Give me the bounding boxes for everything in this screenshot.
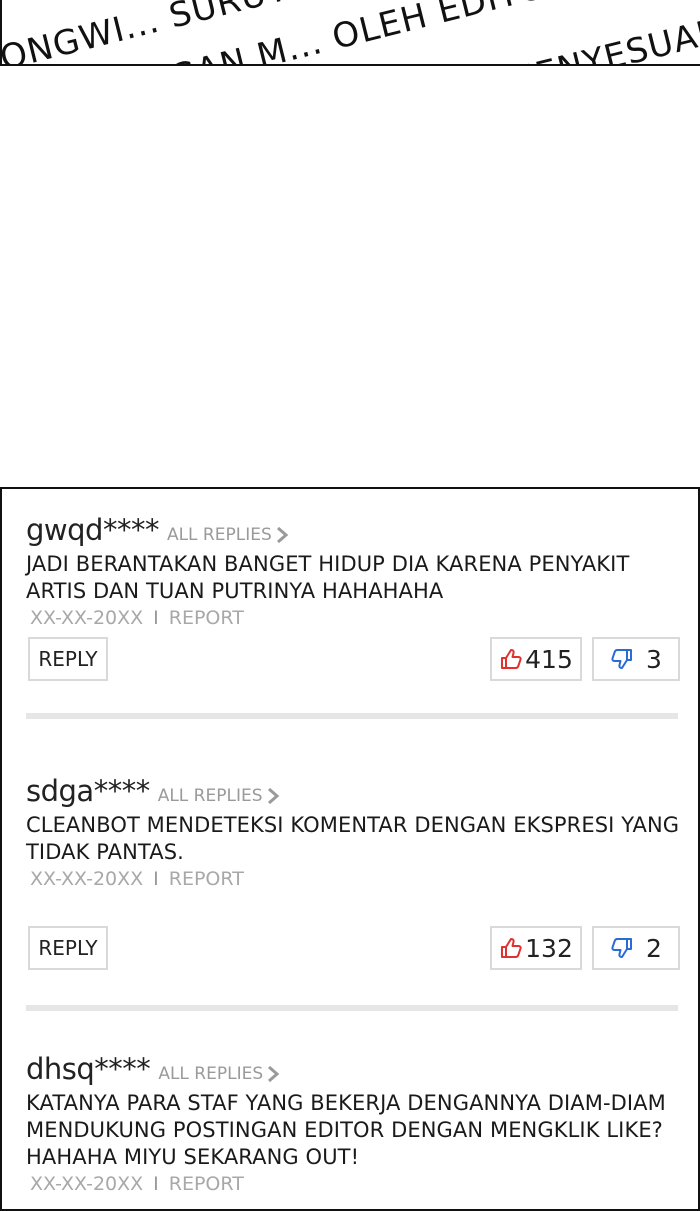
thumbs-down-icon: [611, 649, 633, 669]
like-button[interactable]: 132: [490, 926, 582, 970]
report-link[interactable]: REPORT: [169, 1173, 244, 1195]
meta-separator: I: [153, 607, 159, 629]
dislike-count: 3: [646, 644, 662, 674]
comment-header: sdga**** ALL REPLIES: [26, 774, 681, 808]
chevron-right-icon: [267, 787, 279, 805]
comment-date: XX-XX-20XX: [30, 868, 144, 890]
thumbs-up-icon: [501, 649, 522, 669]
comment-meta: XX-XX-20XX I REPORT: [26, 868, 681, 890]
like-count: 415: [525, 644, 573, 674]
like-count: 132: [525, 933, 573, 963]
all-replies-label: ALL REPLIES: [166, 525, 272, 545]
comment-actions: REPLY 415 3: [26, 637, 681, 687]
comment-text: JADI BERANTAKAN BANGET HIDUP DIA KARENA …: [26, 552, 630, 603]
comment-actions: REPLY 132 2: [26, 926, 681, 976]
comment-username: dhsq****: [26, 1052, 151, 1086]
comment-panel: gwqd**** ALL REPLIES JADI BERANTAKAN BAN…: [0, 487, 700, 1211]
meta-separator: I: [153, 868, 159, 890]
comment-date: XX-XX-20XX: [30, 607, 144, 629]
reply-button[interactable]: REPLY: [28, 926, 108, 970]
comment-text: CLEANBOT MENDETEKSI KOMENTAR DENGAN EKSP…: [26, 813, 680, 864]
comment-username: gwqd****: [26, 513, 159, 547]
comment-text: KATANYA PARA STAF YANG BEKERJA DENGANNYA…: [26, 1091, 666, 1169]
all-replies-link[interactable]: ALL REPLIES: [158, 1064, 281, 1084]
report-link[interactable]: REPORT: [169, 607, 244, 629]
comment-item: gwqd**** ALL REPLIES JADI BERANTAKAN BAN…: [26, 513, 681, 687]
thumbs-up-icon: [501, 938, 522, 958]
dislike-button[interactable]: 2: [592, 926, 680, 970]
comment-divider: [26, 1005, 678, 1011]
comment-divider: [26, 713, 678, 719]
reply-button[interactable]: REPLY: [28, 637, 108, 681]
all-replies-label: ALL REPLIES: [158, 1064, 264, 1084]
comment-date: XX-XX-20XX: [30, 1173, 144, 1195]
comment-username: sdga****: [26, 774, 150, 808]
comment-header: gwqd**** ALL REPLIES: [26, 513, 681, 547]
dislike-button[interactable]: 3: [592, 637, 680, 681]
meta-separator: I: [153, 1173, 159, 1195]
banner-text-3: MENYESUAI: [502, 13, 700, 66]
all-replies-label: ALL REPLIES: [157, 786, 263, 806]
chevron-right-icon: [268, 1065, 280, 1083]
comment-item: sdga**** ALL REPLIES CLEANBOT MENDETEKSI…: [26, 774, 681, 976]
thumbs-down-icon: [611, 938, 633, 958]
comment-header: dhsq**** ALL REPLIES: [26, 1052, 681, 1086]
all-replies-link[interactable]: ALL REPLIES: [167, 525, 290, 545]
report-link[interactable]: REPORT: [169, 868, 244, 890]
like-button[interactable]: 415: [490, 637, 582, 681]
dislike-count: 2: [646, 933, 662, 963]
comment-meta: XX-XX-20XX I REPORT: [26, 1173, 681, 1195]
all-replies-link[interactable]: ALL REPLIES: [158, 786, 281, 806]
comment-meta: XX-XX-20XX I REPORT: [26, 607, 681, 629]
banner-strip: ONGWI... SURUT ARTI... DENGAN M... OLEH …: [0, 0, 700, 66]
chevron-right-icon: [276, 526, 289, 544]
comment-item: dhsq**** ALL REPLIES KATANYA PARA STAF Y…: [26, 1052, 681, 1195]
